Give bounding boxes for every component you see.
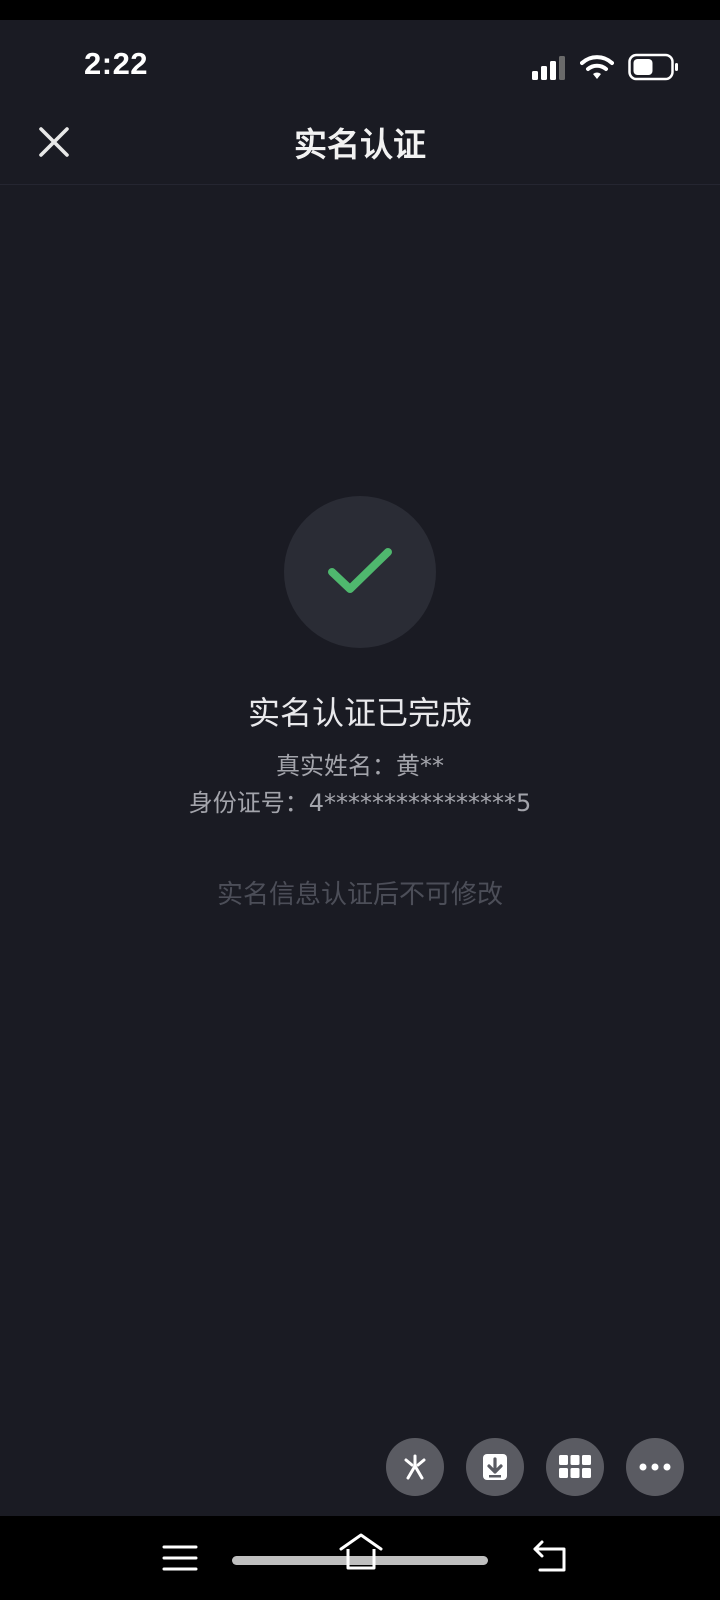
back-icon[interactable]: [530, 1538, 570, 1574]
page-title: 实名认证: [294, 125, 426, 164]
more-icon: [639, 1463, 671, 1471]
success-title: 实名认证已完成: [247, 694, 472, 732]
check-icon: [328, 548, 392, 593]
download-icon: [483, 1454, 507, 1480]
wifi-icon: [580, 55, 614, 79]
notice-text: 实名信息认证后不可修改: [216, 880, 503, 910]
signal-icon: [532, 56, 565, 80]
real-name-line: 真实姓名：黄**: [276, 752, 444, 780]
bottom-nav-bar: [0, 1516, 720, 1600]
status-time: 2:22: [84, 46, 149, 81]
success-badge: [284, 496, 436, 648]
grid-icon: [559, 1455, 591, 1478]
grid-button[interactable]: [546, 1438, 604, 1496]
battery-icon: [628, 53, 678, 81]
more-button[interactable]: [626, 1438, 684, 1496]
header-divider: [0, 184, 720, 185]
top-bezel: [0, 0, 720, 20]
home-icon[interactable]: [338, 1532, 384, 1572]
id-number-line: 身份证号：4****************5: [188, 789, 532, 817]
download-button[interactable]: [466, 1438, 524, 1496]
menu-icon[interactable]: [160, 1542, 200, 1574]
status-icons: [520, 50, 720, 84]
sparkle-button[interactable]: [386, 1438, 444, 1496]
sparkle-icon: [404, 1454, 426, 1480]
